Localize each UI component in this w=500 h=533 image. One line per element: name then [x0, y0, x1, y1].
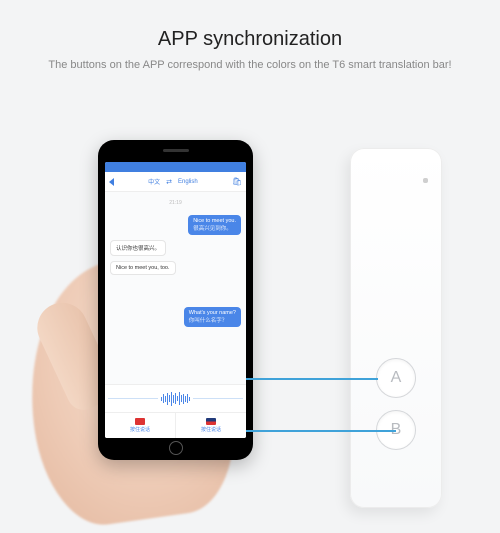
smartphone-device: 中文 ⇄ English 🛍 21:19 Nice to meet you. 很… — [98, 140, 253, 460]
app-bar: 中文 ⇄ English 🛍 — [105, 172, 246, 192]
flag-cn-icon — [135, 418, 145, 425]
waveform-bars — [161, 392, 190, 406]
phone-speaker — [163, 149, 189, 152]
lang-right: English — [178, 179, 198, 185]
connector-line — [246, 378, 376, 380]
connector-line — [394, 430, 396, 432]
connector-line — [376, 378, 378, 380]
device-led — [423, 178, 428, 183]
flag-en-icon — [206, 418, 216, 425]
home-button[interactable] — [169, 441, 183, 455]
hold-to-talk-left[interactable]: 按住说话 — [105, 413, 175, 438]
back-icon[interactable] — [109, 178, 114, 186]
chat-timestamp: 21:19 — [110, 200, 241, 206]
chat-bubble-right: What's your name? 你叫什么名字？ — [184, 307, 241, 327]
chat-bubble-left: Nice to meet you, too. — [110, 261, 176, 275]
device-button-a[interactable]: A — [376, 358, 416, 398]
chat-area: 21:19 Nice to meet you. 很高兴见到你。 认识你也很高兴。… — [105, 192, 246, 384]
page-title: APP synchronization — [0, 28, 500, 51]
menu-icon[interactable]: 🛍 — [232, 177, 242, 186]
connector-line — [246, 430, 394, 432]
lang-left: 中文 — [148, 177, 160, 186]
input-bar: 按住说话 按住说话 — [105, 412, 246, 438]
hold-to-talk-right[interactable]: 按住说话 — [175, 413, 246, 438]
phone-screen: 中文 ⇄ English 🛍 21:19 Nice to meet you. 很… — [105, 162, 246, 438]
msg-sub: 很高兴见到你。 — [193, 224, 236, 232]
swap-icon[interactable]: ⇄ — [166, 178, 172, 186]
hold-label: 按住说话 — [130, 426, 150, 433]
chat-bubble-left: 认识你也很高兴。 — [110, 240, 166, 256]
language-selector[interactable]: 中文 ⇄ English — [148, 177, 198, 186]
translation-bar-device: A B — [350, 148, 442, 508]
msg-sub: 你叫什么名字？ — [189, 316, 236, 324]
button-a-label: A — [391, 369, 402, 387]
page-subtitle: The buttons on the APP correspond with t… — [0, 59, 500, 71]
hold-label: 按住说话 — [201, 426, 221, 433]
msg-text: Nice to meet you, too. — [116, 265, 170, 271]
msg-text: 认识你也很高兴。 — [116, 244, 160, 252]
chat-bubble-right: Nice to meet you. 很高兴见到你。 — [188, 215, 241, 235]
status-bar — [105, 162, 246, 172]
heading-block: APP synchronization The buttons on the A… — [0, 0, 500, 71]
audio-waveform — [105, 384, 246, 412]
